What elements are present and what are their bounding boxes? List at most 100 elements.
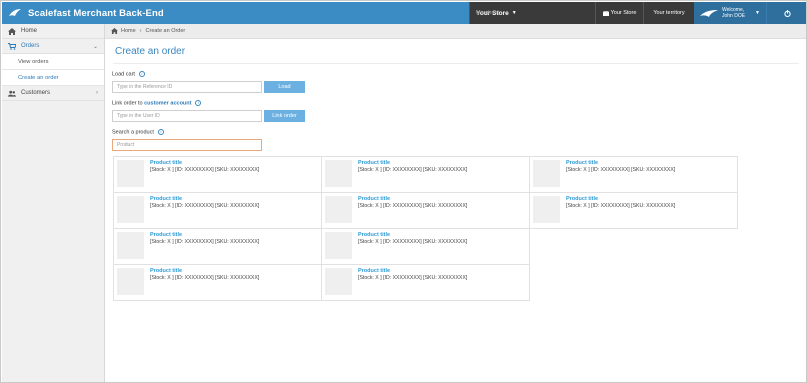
link-order-label: Link order to customer account i [112,100,202,107]
sidebar-subitem-view-orders[interactable]: View orders [2,54,104,70]
territory-button[interactable]: Your territory [643,2,694,24]
power-icon [783,9,791,17]
product-thumbnail [325,160,352,187]
product-thumbnail [325,268,352,295]
product-thumbnail [533,196,560,223]
product-title[interactable]: Product title [150,196,182,202]
product-card[interactable]: Product title [Stock: X ] [ID: XXXXXXXX]… [113,156,322,193]
your-store-button[interactable]: Your Store [595,2,643,24]
load-cart-text: Load cart [112,71,135,78]
product-card[interactable]: Product title [Stock: X ] [ID: XXXXXXXX]… [321,156,530,193]
product-meta: [Stock: X ] [ID: XXXXXXXX] [SKU: XXXXXXX… [150,167,260,173]
breadcrumb-home[interactable]: Home [111,28,136,34]
product-title[interactable]: Product title [566,196,598,202]
product-thumbnail [117,268,144,295]
info-icon[interactable]: i [195,100,202,106]
app-logo[interactable]: Scalefast Merchant Back-End [8,6,164,20]
caret-down-icon: ▼ [755,10,760,16]
customer-account-link[interactable]: customer account [144,100,191,106]
sidebar-subitem-label: Create an order [18,74,59,81]
product-title[interactable]: Product title [358,232,390,238]
product-meta: [Stock: X ] [ID: XXXXXXXX] [SKU: XXXXXXX… [566,203,676,209]
link-order-button[interactable]: Link order [264,110,305,122]
sidebar-item-label: Customers [21,90,51,96]
product-card[interactable]: Product title [Stock: X ] [ID: XXXXXXXX]… [321,264,530,301]
product-thumbnail [117,196,144,223]
breadcrumb-current: Create an Order [145,28,186,34]
product-thumbnail [117,232,144,259]
product-thumbnail [325,232,352,259]
breadcrumb: Home › Create an Order [105,24,806,39]
product-meta: [Stock: X ] [ID: XXXXXXXX] [SKU: XXXXXXX… [566,167,676,173]
home-icon [111,28,118,34]
product-meta: [Stock: X ] [ID: XXXXXXXX] [SKU: XXXXXXX… [358,203,468,209]
info-icon[interactable]: i [138,71,145,77]
chevron-right-icon: › [96,90,98,96]
user-name: John DOE [722,13,746,19]
user-id-placeholder: Type in the User ID [117,113,160,119]
product-title[interactable]: Product title [150,232,182,238]
search-product-text: Search a product [112,129,154,136]
app-title: Scalefast Merchant Back-End [28,7,164,19]
product-meta: [Stock: X ] [ID: XXXXXXXX] [SKU: XXXXXXX… [358,167,468,173]
sidebar-subitem-label: View orders [18,58,49,65]
sidebar-subitem-create-order[interactable]: Create an order [2,70,104,86]
your-store-label: Your Store [610,10,637,16]
breadcrumb-separator: › [139,28,142,34]
main-content: Create an order Load cart i Type in the R… [105,39,806,382]
reference-id-placeholder: Type in the Reference ID [117,84,173,90]
merchant-label: Merchant: [476,10,501,16]
product-title[interactable]: Product title [358,196,390,202]
merchant-selector[interactable]: Merchant: Your Store ▼ [469,2,595,24]
product-thumbnail [117,160,144,187]
product-title[interactable]: Product title [150,268,182,274]
product-title[interactable]: Product title [566,160,598,166]
product-meta: [Stock: X ] [ID: XXXXXXXX] [SKU: XXXXXXX… [358,275,468,281]
product-meta: [Stock: X ] [ID: XXXXXXXX] [SKU: XXXXXXX… [150,239,260,245]
chevron-down-icon: ⌄ [92,44,98,50]
product-card[interactable]: Product title [Stock: X ] [ID: XXXXXXXX]… [529,156,738,193]
product-card[interactable]: Product title [Stock: X ] [ID: XXXXXXXX]… [113,228,322,265]
breadcrumb-home-label: Home [121,28,136,34]
product-title[interactable]: Product title [358,268,390,274]
title-divider [113,63,799,64]
product-title[interactable]: Product title [150,160,182,166]
product-card[interactable]: Product title [Stock: X ] [ID: XXXXXXXX]… [113,264,322,301]
product-card[interactable]: Product title [Stock: X ] [ID: XXXXXXXX]… [529,192,738,229]
user-id-input[interactable]: Type in the User ID [112,110,262,122]
sidebar-item-customers[interactable]: Customers › [2,86,104,101]
product-card[interactable]: Product title [Stock: X ] [ID: XXXXXXXX]… [113,192,322,229]
product-thumbnail [325,196,352,223]
sidebar-item-home[interactable]: Home [2,24,104,39]
product-search-placeholder: Product [117,142,135,148]
reference-id-input[interactable]: Type in the Reference ID [112,81,262,93]
search-product-label: Search a product i [112,129,164,135]
product-thumbnail [533,160,560,187]
settings-button[interactable] [766,2,806,24]
product-search-input[interactable]: Product [112,139,262,151]
sidebar: Home Orders ⌄ View orders Create an orde… [2,24,105,382]
load-cart-label: Load cart i [112,71,145,77]
product-card[interactable]: Product title [Stock: X ] [ID: XXXXXXXX]… [321,228,530,265]
territory-label: Your territory [653,10,685,16]
home-icon [8,27,16,35]
product-meta: [Stock: X ] [ID: XXXXXXXX] [SKU: XXXXXXX… [150,203,260,209]
info-icon[interactable]: i [157,129,164,135]
product-title[interactable]: Product title [358,160,390,166]
bird-logo-icon [9,9,21,16]
load-button[interactable]: Load [264,81,305,93]
app-window: Scalefast Merchant Back-End Merchant: Yo… [0,0,807,383]
user-menu[interactable]: Welcome, John DOE ▼ [694,2,766,24]
sidebar-item-label: Orders [21,43,40,49]
sidebar-item-label: Home [21,28,38,34]
product-meta: [Stock: X ] [ID: XXXXXXXX] [SKU: XXXXXXX… [150,275,260,281]
user-avatar-icon [700,9,718,17]
product-meta: [Stock: X ] [ID: XXXXXXXX] [SKU: XXXXXXX… [358,239,468,245]
sidebar-item-orders[interactable]: Orders ⌄ [2,39,104,54]
cart-icon [8,42,16,50]
users-icon [8,89,16,97]
store-icon [602,10,609,16]
product-card[interactable]: Product title [Stock: X ] [ID: XXXXXXXX]… [321,192,530,229]
page-title: Create an order [115,46,186,57]
link-order-text: Link order to [112,100,143,107]
